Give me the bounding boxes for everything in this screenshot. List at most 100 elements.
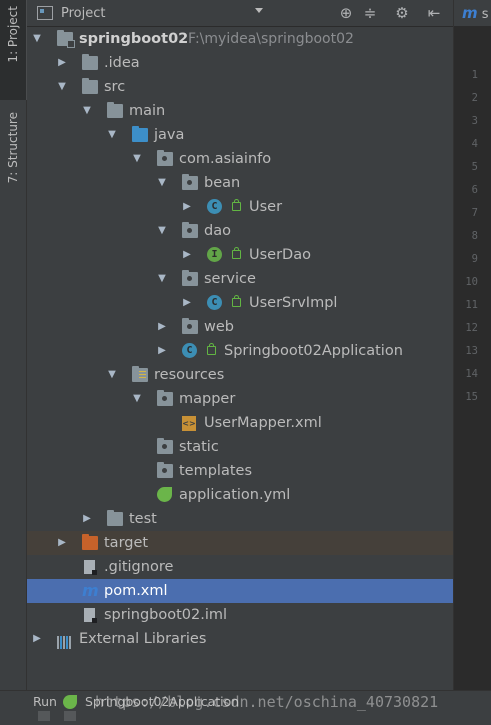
java-label: java bbox=[154, 127, 185, 143]
lock-icon bbox=[232, 199, 241, 211]
module-file-icon bbox=[84, 608, 97, 623]
src-label: src bbox=[104, 79, 126, 95]
lock-icon bbox=[232, 295, 241, 307]
folder-icon bbox=[107, 510, 123, 526]
tree-node-application[interactable]: ▶ C Springboot02Application bbox=[27, 339, 453, 363]
tree-node-appyml[interactable]: application.yml bbox=[27, 483, 453, 507]
collapsed-arrow-icon[interactable]: ▶ bbox=[181, 243, 193, 267]
tree-node-iml[interactable]: springboot02.iml bbox=[27, 603, 453, 627]
line-number: 4 bbox=[471, 138, 478, 150]
project-view-selector[interactable]: Project bbox=[61, 6, 105, 21]
collapsed-arrow-icon[interactable]: ▶ bbox=[156, 339, 168, 363]
expanded-arrow-icon[interactable]: ▼ bbox=[131, 147, 143, 171]
package-icon bbox=[182, 318, 198, 334]
tree-node-test[interactable]: ▶ test bbox=[27, 507, 453, 531]
tree-node-external-libraries[interactable]: ▶ External Libraries bbox=[27, 627, 453, 651]
tree-node-root[interactable]: ▼ springboot02 F:\myidea\springboot02 bbox=[27, 27, 453, 51]
tree-node-static[interactable]: static bbox=[27, 435, 453, 459]
project-panel: Project ⊕ ≑ ⚙ ⇤ ▼ springboot02 F:\myidea… bbox=[27, 0, 453, 690]
hide-panel-icon[interactable]: ⇤ bbox=[425, 4, 443, 22]
package-icon bbox=[182, 174, 198, 190]
tree-node-user[interactable]: ▶ C User bbox=[27, 195, 453, 219]
tree-node-usersrvimpl[interactable]: ▶ C UserSrvImpl bbox=[27, 291, 453, 315]
tree-node-web[interactable]: ▶ web bbox=[27, 315, 453, 339]
tree-node-mapper[interactable]: ▼ mapper bbox=[27, 387, 453, 411]
line-number: 7 bbox=[471, 207, 478, 219]
gitignore-label: .gitignore bbox=[104, 559, 174, 575]
package-label: com.asiainfo bbox=[179, 151, 272, 167]
target-icon[interactable]: ⊕ bbox=[337, 4, 355, 22]
editor-tab-label: s bbox=[481, 7, 489, 22]
text-file-icon bbox=[84, 560, 97, 575]
expanded-arrow-icon[interactable]: ▼ bbox=[31, 27, 43, 51]
gear-icon[interactable]: ⚙ bbox=[393, 4, 411, 22]
expanded-arrow-icon[interactable]: ▼ bbox=[56, 75, 68, 99]
line-number: 14 bbox=[465, 368, 478, 380]
line-number: 10 bbox=[465, 276, 478, 288]
root-path: F:\myidea\springboot02 bbox=[188, 31, 354, 47]
target-label: target bbox=[104, 535, 149, 551]
tree-node-idea[interactable]: ▶ .idea bbox=[27, 51, 453, 75]
tree-node-gitignore[interactable]: .gitignore bbox=[27, 555, 453, 579]
collapsed-arrow-icon[interactable]: ▶ bbox=[81, 507, 93, 531]
collapsed-arrow-icon[interactable]: ▶ bbox=[31, 627, 43, 651]
editor-tab[interactable]: m s bbox=[454, 0, 491, 26]
folder-icon bbox=[157, 438, 173, 454]
toolbar-icon[interactable] bbox=[64, 711, 76, 721]
collapse-all-icon[interactable]: ≑ bbox=[361, 4, 379, 22]
application-label: Springboot02Application bbox=[224, 343, 403, 359]
collapsed-arrow-icon[interactable]: ▶ bbox=[156, 315, 168, 339]
line-number: 13 bbox=[465, 345, 478, 357]
external-libraries-label: External Libraries bbox=[79, 631, 207, 647]
maven-icon: m bbox=[462, 4, 478, 22]
class-icon: C bbox=[207, 295, 222, 310]
collapsed-arrow-icon[interactable]: ▶ bbox=[181, 291, 193, 315]
run-tool-tab[interactable]: Run bbox=[33, 691, 57, 713]
iml-label: springboot02.iml bbox=[104, 607, 228, 623]
expanded-arrow-icon[interactable]: ▼ bbox=[156, 171, 168, 195]
web-label: web bbox=[204, 319, 234, 335]
line-number: 9 bbox=[471, 253, 478, 265]
class-icon: C bbox=[207, 199, 222, 214]
tree-node-java[interactable]: ▼ java bbox=[27, 123, 453, 147]
tree-node-package[interactable]: ▼ com.asiainfo bbox=[27, 147, 453, 171]
tree-node-service[interactable]: ▼ service bbox=[27, 267, 453, 291]
collapsed-arrow-icon[interactable]: ▶ bbox=[181, 195, 193, 219]
tree-node-usermapper[interactable]: <> UserMapper.xml bbox=[27, 411, 453, 435]
tree-node-userdao[interactable]: ▶ I UserDao bbox=[27, 243, 453, 267]
bean-label: bean bbox=[204, 175, 241, 191]
tree-node-pom[interactable]: m pom.xml bbox=[27, 579, 453, 603]
expanded-arrow-icon[interactable]: ▼ bbox=[81, 99, 93, 123]
lock-icon bbox=[207, 343, 216, 355]
chevron-down-icon[interactable] bbox=[255, 8, 263, 13]
collapsed-arrow-icon[interactable]: ▶ bbox=[56, 51, 68, 75]
toolbar-icon[interactable] bbox=[38, 711, 50, 721]
package-icon bbox=[182, 270, 198, 286]
userdao-label: UserDao bbox=[249, 247, 311, 263]
tree-node-target[interactable]: ▶ target bbox=[27, 531, 453, 555]
expanded-arrow-icon[interactable]: ▼ bbox=[156, 267, 168, 291]
service-label: service bbox=[204, 271, 256, 287]
tree-node-templates[interactable]: templates bbox=[27, 459, 453, 483]
collapsed-arrow-icon[interactable]: ▶ bbox=[56, 531, 68, 555]
project-tool-tab[interactable]: 1: Project bbox=[0, 0, 28, 100]
test-label: test bbox=[129, 511, 157, 527]
tree-node-resources[interactable]: ▼ resources bbox=[27, 363, 453, 387]
expanded-arrow-icon[interactable]: ▼ bbox=[131, 387, 143, 411]
expanded-arrow-icon[interactable]: ▼ bbox=[156, 219, 168, 243]
expanded-arrow-icon[interactable]: ▼ bbox=[106, 123, 118, 147]
lock-icon bbox=[232, 247, 241, 259]
tree-node-bean[interactable]: ▼ bean bbox=[27, 171, 453, 195]
tree-node-dao[interactable]: ▼ dao bbox=[27, 219, 453, 243]
tree-node-src[interactable]: ▼ src bbox=[27, 75, 453, 99]
tree-node-main[interactable]: ▼ main bbox=[27, 99, 453, 123]
expanded-arrow-icon[interactable]: ▼ bbox=[106, 363, 118, 387]
structure-tab-label: 7: Structure bbox=[6, 112, 20, 184]
line-number: 6 bbox=[471, 184, 478, 196]
folder-icon bbox=[157, 462, 173, 478]
editor-area: m s 1 2 3 4 5 6 7 8 9 10 11 12 13 14 15 bbox=[453, 0, 491, 690]
resources-label: resources bbox=[154, 367, 225, 383]
folder-icon bbox=[107, 102, 123, 118]
spring-leaf-icon bbox=[63, 695, 77, 709]
structure-tool-tab[interactable]: 7: Structure bbox=[0, 112, 26, 222]
